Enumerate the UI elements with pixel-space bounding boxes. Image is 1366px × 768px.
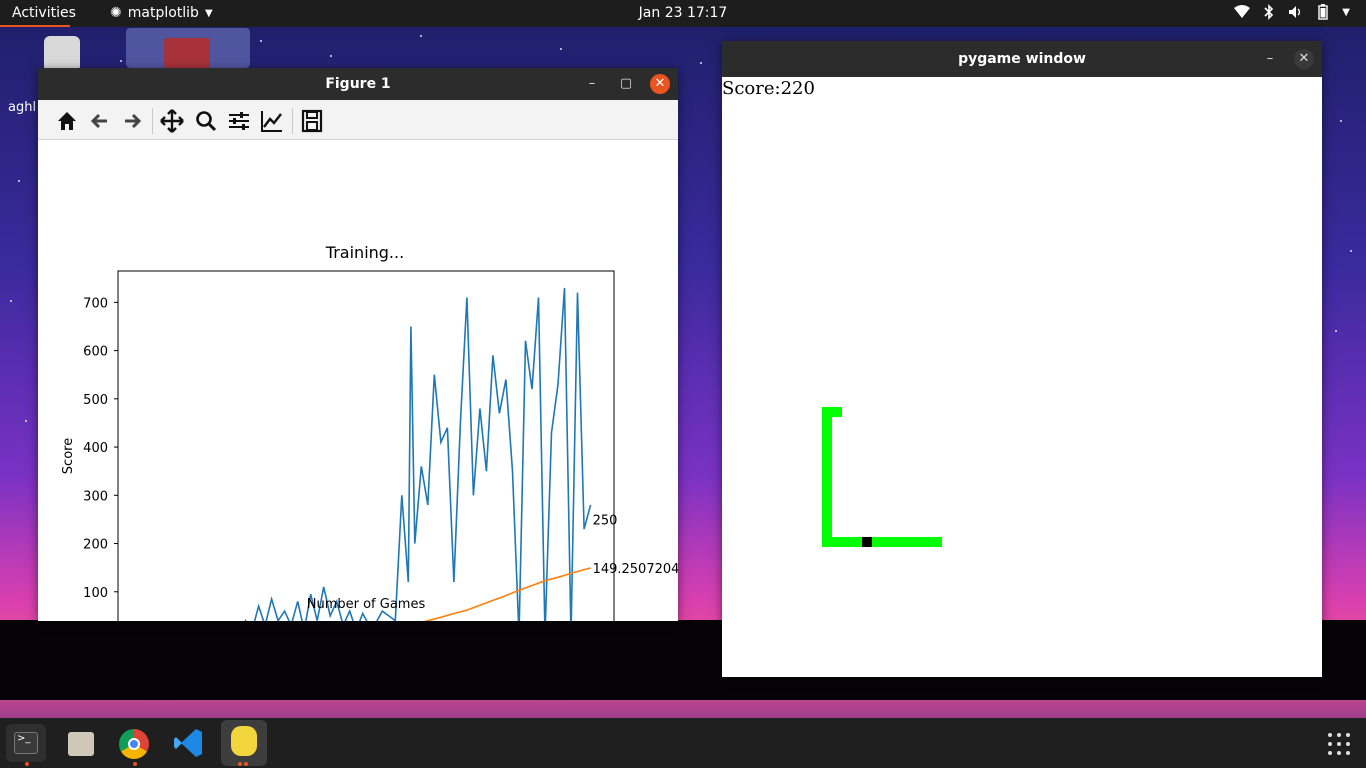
configure-subplots-icon[interactable] [226, 108, 252, 134]
snake-head [862, 537, 872, 547]
save-icon[interactable] [299, 108, 325, 134]
toolbar-separator [292, 108, 293, 134]
figure-titlebar[interactable]: Figure 1 – ▢ ✕ [38, 68, 678, 100]
x-axis-label: Number of Games [307, 597, 426, 612]
running-indicator [244, 762, 248, 766]
running-indicator [133, 762, 137, 766]
wifi-icon [1234, 5, 1251, 18]
data-label: 250 [593, 513, 618, 528]
snake-segment [822, 537, 942, 547]
home-icon[interactable] [54, 108, 80, 134]
pygame-window: pygame window – ✕ Score:220 [722, 41, 1322, 677]
toolbar-separator [152, 108, 153, 134]
zoom-icon[interactable] [193, 108, 219, 134]
series-line-1 [244, 287, 592, 621]
pygame-window-title: pygame window [958, 51, 1086, 67]
volume-icon [1289, 6, 1301, 18]
data-label: 149.2507204 [593, 562, 678, 577]
top-bar: Activities ✺ matplotlib ▼ Jan 23 17:17 ▼ [0, 0, 1366, 27]
y-axis-label: Score [61, 438, 76, 474]
pan-icon[interactable] [159, 108, 185, 134]
matplotlib-toolbar [38, 100, 678, 140]
dock: >_ [0, 718, 1366, 768]
maximize-icon[interactable]: ▢ [616, 74, 636, 94]
desktop-home-folder-icon[interactable] [126, 28, 250, 68]
figure-window: Figure 1 – ▢ ✕ Training... 0501001502002… [38, 68, 678, 621]
terminal-icon[interactable]: >_ [6, 724, 46, 762]
close-icon[interactable]: ✕ [650, 74, 670, 94]
y-tick-label: 700 [83, 296, 108, 311]
clock[interactable]: Jan 23 17:17 [0, 5, 1366, 21]
show-applications-icon[interactable] [1327, 732, 1351, 756]
y-tick-label: 500 [83, 393, 108, 408]
activities-indicator [0, 25, 70, 27]
desktop-settings-icon[interactable] [44, 36, 80, 72]
forward-arrow-icon[interactable] [119, 108, 145, 134]
snake-segment [822, 407, 832, 547]
y-tick-label: 300 [83, 489, 108, 504]
y-tick-label: 400 [83, 441, 108, 456]
files-icon[interactable] [60, 724, 100, 762]
y-tick-label: 200 [83, 538, 108, 553]
chart-title: Training... [325, 243, 404, 262]
minimize-icon[interactable]: – [582, 74, 602, 94]
bluetooth-icon [1264, 4, 1274, 20]
figure-canvas[interactable]: Training... 0501001502002503003500100200… [38, 140, 678, 621]
y-tick-label: 600 [83, 345, 108, 360]
back-arrow-icon[interactable] [87, 108, 113, 134]
minimize-icon[interactable]: – [1260, 49, 1280, 69]
vscode-icon[interactable] [168, 724, 208, 762]
chrome-icon[interactable] [114, 724, 154, 762]
running-indicator [238, 762, 242, 766]
running-indicator [25, 762, 29, 766]
python-app-icon[interactable] [221, 720, 267, 766]
y-tick-label: 100 [83, 586, 108, 601]
score-label: Score:220 [722, 78, 815, 99]
system-tray[interactable]: ▼ [1234, 4, 1350, 20]
chevron-down-icon: ▼ [1342, 6, 1350, 18]
edit-axis-icon[interactable] [259, 108, 285, 134]
series-line-2 [423, 567, 591, 621]
battery-icon [1318, 4, 1328, 20]
pygame-titlebar[interactable]: pygame window – ✕ [722, 41, 1322, 77]
close-icon[interactable]: ✕ [1294, 49, 1314, 69]
desktop-icon-label: aghl [8, 100, 37, 115]
